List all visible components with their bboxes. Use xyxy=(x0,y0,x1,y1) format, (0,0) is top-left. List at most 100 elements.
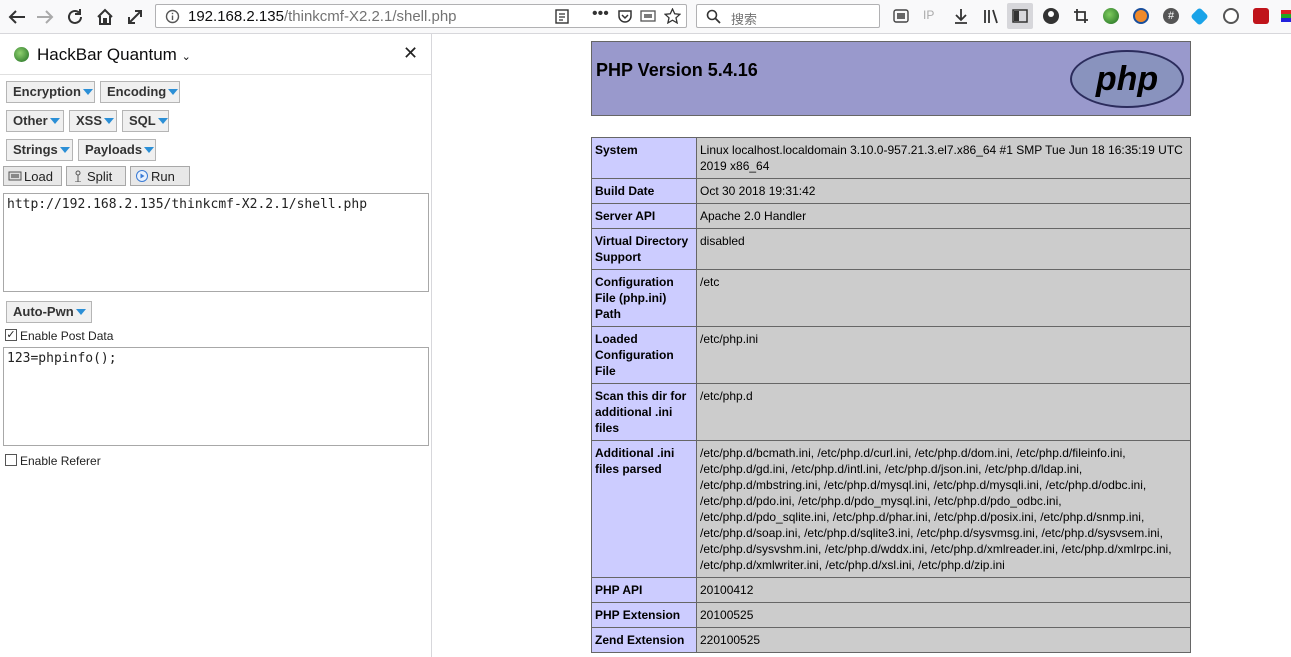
phpinfo-key: System xyxy=(591,137,697,179)
phpinfo-value: Linux localhost.localdomain 3.10.0-957.2… xyxy=(696,137,1191,179)
back-arrow-icon xyxy=(8,10,25,24)
post-data-textarea[interactable] xyxy=(3,347,429,446)
back-button[interactable] xyxy=(4,4,30,30)
no-script-icon[interactable] xyxy=(1133,8,1149,24)
phpinfo-value: /etc xyxy=(696,269,1191,327)
phpinfo-header: PHP Version 5.4.16 php xyxy=(591,41,1191,116)
hackbar-sidebar: HackBar Quantum ⌄ ✕ Encryption Encoding … xyxy=(0,34,432,657)
ublock-icon[interactable] xyxy=(1253,8,1269,24)
diamond-extension-icon[interactable] xyxy=(1190,7,1209,26)
phpinfo-row: Virtual Directory Support disabled xyxy=(591,228,1191,270)
phpinfo-key: Build Date xyxy=(591,178,697,204)
reader-view-icon[interactable] xyxy=(555,9,569,24)
split-button[interactable]: Split xyxy=(66,166,126,186)
run-label: Run xyxy=(151,169,175,184)
phpinfo-key: Loaded Configuration File xyxy=(591,326,697,384)
eye-extension-icon[interactable] xyxy=(1223,8,1239,24)
hackbar-title[interactable]: HackBar Quantum ⌄ xyxy=(37,45,191,65)
phpinfo-value: /etc/php.d/bcmath.ini, /etc/php.d/curl.i… xyxy=(696,440,1191,578)
phpinfo-value: Apache 2.0 Handler xyxy=(696,203,1191,229)
dropdown-triangle-icon xyxy=(75,309,86,315)
sql-label: SQL xyxy=(129,113,156,128)
account-icon[interactable] xyxy=(1043,8,1059,24)
url-bar[interactable]: 192.168.2.135/thinkcmf-X2.2.1/shell.php … xyxy=(155,4,687,28)
phpinfo-key: PHP API xyxy=(591,577,697,603)
sql-menu[interactable]: SQL xyxy=(122,110,169,132)
forward-arrow-icon xyxy=(37,10,54,24)
encryption-menu[interactable]: Encryption xyxy=(6,81,95,103)
phpinfo-value: 220100525 xyxy=(696,627,1191,653)
phpinfo-value: /etc/php.d xyxy=(696,383,1191,441)
phpinfo-row: Loaded Configuration File/etc/php.ini xyxy=(591,326,1191,384)
dropdown-triangle-icon xyxy=(157,118,168,124)
other-label: Other xyxy=(13,113,48,128)
load-url-icon xyxy=(8,171,22,181)
phpinfo-row: Zend Extension 220100525 xyxy=(591,627,1191,653)
php-version-title: PHP Version 5.4.16 xyxy=(596,60,758,80)
strings-label: Strings xyxy=(13,142,58,157)
url-path: /thinkcmf-X2.2.1/shell.php xyxy=(283,8,457,25)
phpinfo-key: Zend Extension xyxy=(591,627,697,653)
strings-menu[interactable]: Strings xyxy=(6,139,73,161)
search-placeholder: 搜索 xyxy=(731,12,758,27)
dropdown-triangle-icon xyxy=(168,89,179,95)
xss-menu[interactable]: XSS xyxy=(69,110,117,132)
reload-icon xyxy=(68,9,82,24)
crop-icon[interactable] xyxy=(1073,8,1089,24)
close-sidebar-button[interactable]: ✕ xyxy=(403,43,418,64)
fullscreen-button[interactable] xyxy=(122,4,148,30)
auto-pwn-menu[interactable]: Auto-Pwn xyxy=(6,301,92,323)
split-url-icon xyxy=(75,170,81,182)
search-icon xyxy=(706,9,721,24)
phpinfo-row: Server API Apache 2.0 Handler xyxy=(591,203,1191,229)
enable-referer-checkbox[interactable] xyxy=(5,454,17,466)
encryption-label: Encryption xyxy=(13,84,81,99)
encoding-menu[interactable]: Encoding xyxy=(100,81,180,103)
pocket-icon[interactable] xyxy=(617,9,633,24)
php-logo-text: php xyxy=(1095,60,1158,98)
php-logo[interactable]: php xyxy=(1068,48,1186,110)
info-icon[interactable] xyxy=(165,9,180,24)
container-icon[interactable] xyxy=(893,8,909,24)
ip-extension-label[interactable]: IP xyxy=(923,8,934,22)
hackbar-header: HackBar Quantum ⌄ ✕ xyxy=(0,34,431,75)
url-textarea[interactable] xyxy=(3,193,429,292)
run-button[interactable]: Run xyxy=(130,166,190,186)
screenshot-icon[interactable] xyxy=(640,9,656,24)
chevron-down-icon: ⌄ xyxy=(181,51,191,63)
load-label: Load xyxy=(24,169,53,184)
forward-button[interactable] xyxy=(32,4,58,30)
phpinfo-key: Configuration File (php.ini) Path xyxy=(591,269,697,327)
run-icon xyxy=(136,170,148,182)
reload-button[interactable] xyxy=(62,4,88,30)
dropdown-triangle-icon xyxy=(104,118,115,124)
dropdown-triangle-icon xyxy=(59,147,70,153)
encoding-label: Encoding xyxy=(107,84,167,99)
phpinfo-value: disabled xyxy=(696,228,1191,270)
sidebar-icon xyxy=(1012,9,1028,23)
download-icon[interactable] xyxy=(953,8,969,24)
payloads-menu[interactable]: Payloads xyxy=(78,139,156,161)
home-button[interactable] xyxy=(92,4,118,30)
expand-icon xyxy=(128,10,142,24)
dropdown-triangle-icon xyxy=(49,118,60,124)
hash-icon[interactable]: # xyxy=(1163,8,1179,24)
search-bar[interactable]: 搜索 xyxy=(696,4,880,28)
dropdown-triangle-icon xyxy=(82,89,93,95)
phpinfo-row: System Linux localhost.localdomain 3.10.0… xyxy=(591,137,1191,179)
library-icon[interactable] xyxy=(983,8,999,24)
enable-post-checkbox[interactable]: ✓ xyxy=(5,329,17,341)
hackbar-extension-icon[interactable] xyxy=(1103,8,1119,24)
payloads-label: Payloads xyxy=(85,142,143,157)
phpinfo-value: /etc/php.ini xyxy=(696,326,1191,384)
dropdown-triangle-icon xyxy=(144,147,155,153)
phpinfo-table-body: System Linux localhost.localdomain 3.10.0… xyxy=(591,137,1191,653)
hackbar-logo-icon xyxy=(14,47,29,62)
sidebar-toggle-button[interactable] xyxy=(1007,3,1033,29)
phpinfo-row: Additional .ini files parsed/etc/php.d/b… xyxy=(591,440,1191,578)
load-button[interactable]: Load xyxy=(3,166,62,186)
other-menu[interactable]: Other xyxy=(6,110,64,132)
page-actions-icon[interactable]: ••• xyxy=(592,5,609,23)
overflow-extension-icon[interactable] xyxy=(1281,10,1291,22)
bookmark-star-icon[interactable] xyxy=(664,8,681,24)
